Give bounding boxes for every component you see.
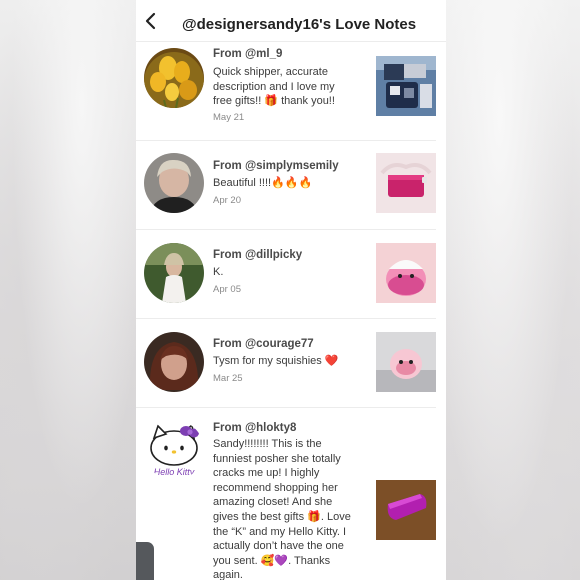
note-date: Apr 20 [213,195,241,206]
page-title: @designersandy16's Love Notes [182,16,417,33]
blurred-background-right [446,0,580,580]
love-note-item[interactable]: Hello Kitty From @hlokty8 Sandy!!!!!!!! … [136,408,436,580]
purple-pouch-photo [376,480,436,540]
note-sender: From @courage77 [213,338,314,350]
note-message: Tysm for my squishies ❤️ [213,355,339,367]
note-date: Apr 05 [213,284,241,295]
avatar[interactable] [144,243,204,303]
back-button[interactable] [140,10,162,32]
header-bar: @designersandy16's Love Notes [136,0,446,42]
note-message: K. [213,266,224,278]
avatar[interactable] [144,48,204,108]
note-sender: From @simplymsemily [213,160,339,172]
profile-photo [144,243,204,303]
love-note-item[interactable]: From @simplymsemily Beautiful !!!!🔥🔥🔥 Ap… [136,141,436,230]
avatar[interactable] [144,332,204,392]
love-notes-screen: @designersandy16's Love Notes From @ml_9… [136,0,446,580]
listing-thumbnail[interactable] [376,332,436,392]
listing-thumbnail[interactable] [376,153,436,213]
squishmallow-photo [376,243,436,303]
hello-kitty-avatar: Hello Kitty [144,420,204,480]
note-date: Mar 25 [213,373,243,384]
note-message: Beautiful !!!!🔥🔥🔥 [213,177,313,189]
love-note-item[interactable]: From @ml_9 Quick shipper, accurate descr… [136,43,436,141]
hello-kitty-logo-text: Hello Kitty [154,467,195,477]
pink-pouch-photo [376,153,436,213]
note-sender: From @dillpicky [213,249,303,261]
avatar[interactable] [144,153,204,213]
listing-thumbnail[interactable] [376,56,436,116]
note-sender: From @hlokty8 [213,422,297,434]
profile-photo [144,153,204,213]
profile-photo [144,332,204,392]
listing-thumbnail[interactable] [376,243,436,303]
listing-thumbnail[interactable] [376,480,436,540]
blurred-background-left [0,0,136,580]
side-handle[interactable] [136,542,154,580]
handbag-photo [376,56,436,116]
tulips-photo [144,48,204,108]
love-note-item[interactable]: From @dillpicky K. Apr 05 [136,230,436,319]
love-note-item[interactable]: From @courage77 Tysm for my squishies ❤️… [136,319,436,408]
note-message: Sandy!!!!!!!! This is the funniest poshe… [213,438,351,580]
note-sender: From @ml_9 [213,48,283,60]
note-message: Quick shipper, accurate description and … [213,66,335,108]
note-date: May 21 [213,112,245,123]
squishy-toy-photo [376,332,436,392]
avatar[interactable]: Hello Kitty [144,420,204,480]
chevron-left-icon [145,12,156,30]
